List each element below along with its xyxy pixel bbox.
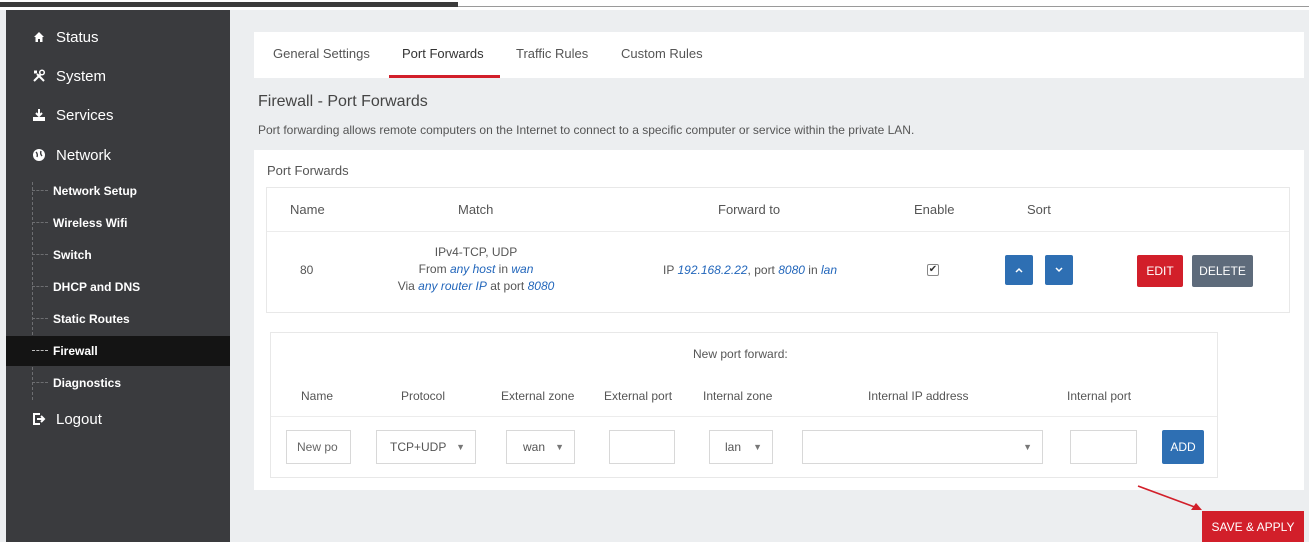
logout-icon [30,412,48,426]
column-header-match: Match [458,202,494,217]
sidebar-item-status[interactable]: Status [6,19,230,55]
new-header-internal-port: Internal port [1067,389,1132,403]
match-router-ip-link[interactable]: any router IP [418,279,487,293]
edit-button[interactable]: EDIT [1137,255,1183,287]
internal-ip-select[interactable]: ▼ [802,430,1043,464]
sidebar-item-logout[interactable]: Logout [6,401,230,437]
sidebar-item-label: System [56,67,107,85]
enable-checkbox[interactable]: ✔ [927,264,939,276]
new-header-internal-zone: Internal zone [703,389,773,403]
tab-bar: General Settings Port Forwards Traffic R… [254,32,1304,78]
new-header-internal-ip: Internal IP address [868,389,969,403]
save-apply-button[interactable]: SAVE & APPLY [1202,511,1304,542]
column-header-forward-to: Forward to [718,202,781,217]
tools-icon [30,69,48,83]
sidebar-item-static-routes[interactable]: Static Routes [6,304,230,334]
column-header-enable: Enable [914,202,955,217]
new-header-protocol: Protocol [401,389,446,403]
caret-down-icon: ▼ [1023,442,1032,452]
sidebar-item-wireless-wifi[interactable]: Wireless Wifi [6,208,230,238]
download-icon [30,108,48,122]
sidebar-item-network[interactable]: Network [6,137,230,173]
chevron-up-icon [1015,267,1023,273]
sidebar-item-label: Logout [56,410,102,428]
new-port-forward-title: New port forward: [693,347,788,361]
annotation-arrow-icon [1137,485,1202,510]
add-button[interactable]: ADD [1162,430,1204,464]
column-header-sort: Sort [1027,202,1051,217]
match-source-zone-link[interactable]: wan [511,262,533,276]
new-header-external-port: External port [604,389,673,403]
rule-forward-to: IP 192.168.2.22, port 8080 in lan [663,263,837,277]
internal-port-input[interactable] [1070,430,1137,464]
check-icon: ✔ [928,264,938,275]
page-title: Firewall - Port Forwards [258,93,428,110]
new-header-name: Name [301,389,334,403]
page-description: Port forwarding allows remote computers … [258,123,915,137]
sidebar-item-label: Services [56,106,114,124]
sidebar-item-diagnostics[interactable]: Diagnostics [6,368,230,398]
sidebar: Status System Services Network Network S… [6,10,230,542]
new-header-external-zone: External zone [501,389,575,403]
top-strip [0,0,1309,10]
tab-port-forwards[interactable]: Port Forwards [402,46,484,61]
sidebar-item-services[interactable]: Services [6,97,230,133]
rule-match: IPv4-TCP, UDP From any host in wan Via a… [397,245,555,293]
new-name-input[interactable]: New po [286,430,351,464]
sidebar-item-label: Status [56,28,99,46]
match-source-host-link[interactable]: any host [450,262,495,276]
caret-down-icon: ▼ [753,442,762,452]
protocol-select[interactable]: TCP+UDP ▼ [376,430,476,464]
external-zone-select[interactable]: wan ▼ [506,430,575,464]
forward-ip-link[interactable]: 192.168.2.22 [677,263,747,277]
chevron-down-icon [1055,267,1063,273]
move-up-button[interactable] [1005,255,1033,285]
delete-button[interactable]: DELETE [1192,255,1253,287]
sidebar-item-label: Network [56,146,112,164]
globe-icon [30,148,48,162]
caret-down-icon: ▼ [555,442,564,452]
section-title: Port Forwards [267,163,349,178]
tab-general-settings[interactable]: General Settings [273,46,370,61]
rule-name: 80 [300,263,314,277]
sidebar-item-network-setup[interactable]: Network Setup [6,176,230,206]
internal-zone-select[interactable]: lan ▼ [709,430,773,464]
sidebar-item-switch[interactable]: Switch [6,240,230,270]
match-port-link[interactable]: 8080 [528,279,555,293]
tab-traffic-rules[interactable]: Traffic Rules [516,46,588,61]
move-down-button[interactable] [1045,255,1073,285]
column-header-name: Name [290,202,325,217]
forward-port-link[interactable]: 8080 [778,263,805,277]
sidebar-item-firewall[interactable]: Firewall [6,336,230,366]
active-tab-indicator [389,75,500,78]
home-icon [30,31,48,43]
caret-down-icon: ▼ [456,442,465,452]
sidebar-item-dhcp-dns[interactable]: DHCP and DNS [6,272,230,302]
external-port-input[interactable] [609,430,675,464]
tab-custom-rules[interactable]: Custom Rules [621,46,703,61]
sidebar-item-system[interactable]: System [6,58,230,94]
forward-zone-link[interactable]: lan [821,263,837,277]
